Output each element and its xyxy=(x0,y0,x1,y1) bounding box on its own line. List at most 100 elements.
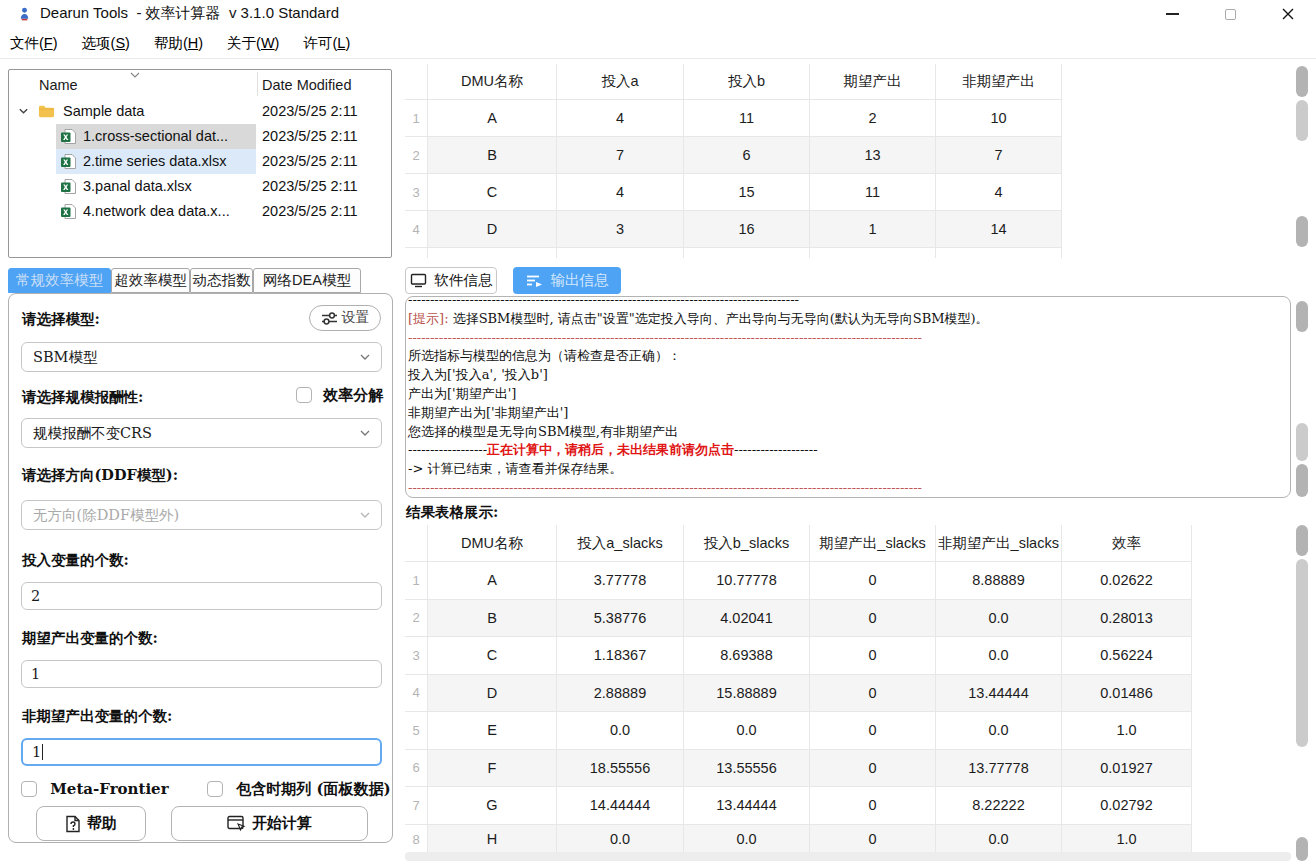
maximize-button[interactable] xyxy=(1207,0,1253,28)
scrollbar-thumb[interactable] xyxy=(1296,464,1308,497)
scrollbar-thumb[interactable] xyxy=(1296,423,1308,461)
menu-item-options[interactable]: 选项S xyxy=(80,32,132,55)
column-header[interactable]: 投入b xyxy=(684,64,810,100)
log-line: 投入为['投入a', '投入b'] xyxy=(408,366,1288,385)
checkbox-icon[interactable] xyxy=(207,781,223,797)
menu-bar: 文件F 选项S 帮助H 关于W 许可L xyxy=(0,28,1316,59)
run-window-icon xyxy=(227,815,246,832)
table-row[interactable]: 2 B 7 6 13 7 xyxy=(405,137,1062,174)
efficiency-decompose-option[interactable]: 效率分解 xyxy=(296,386,383,405)
efficiency-decompose-label: 效率分解 xyxy=(323,386,383,404)
table-row[interactable]: 8 H 0.0 0.0 0 0.0 1.0 xyxy=(405,825,1192,854)
tab-super-efficiency[interactable]: 超效率模型 xyxy=(111,268,190,293)
column-header[interactable]: 非期望产出 xyxy=(936,64,1062,100)
scrollbar-thumb[interactable] xyxy=(1296,525,1308,556)
column-header[interactable]: 投入a xyxy=(557,64,684,100)
tab-standard-model[interactable]: 常规效率模型 xyxy=(8,268,111,293)
excel-file-icon xyxy=(60,203,77,220)
table-row[interactable]: 5 E 0.0 0.0 0 0.0 1.0 xyxy=(405,712,1192,750)
menu-item-license[interactable]: 许可L xyxy=(301,32,352,55)
tab-network-dea[interactable]: 网络DEA模型 xyxy=(253,268,361,293)
expand-chevron-icon[interactable] xyxy=(18,107,29,115)
output-log-panel[interactable]: ----------------------------------------… xyxy=(405,296,1291,498)
meta-frontier-option[interactable]: Meta-Frontier xyxy=(21,780,169,798)
tree-file-date: 2023/5/25 2:11 xyxy=(262,153,358,169)
tree-row-file-4[interactable]: 4.network dea data.x... 2023/5/25 2:11 xyxy=(9,199,391,224)
checkbox-icon[interactable] xyxy=(296,387,312,403)
tree-column-date[interactable]: Date Modified xyxy=(262,77,351,93)
scrollbar-thumb[interactable] xyxy=(1296,301,1308,332)
column-header[interactable]: 期望产出 xyxy=(810,64,936,100)
tree-row-file-1[interactable]: 1.cross-sectional dat... 2023/5/25 2:11 xyxy=(9,124,391,149)
tab-output-info[interactable]: 输出信息 xyxy=(513,267,621,294)
tree-column-separator xyxy=(257,72,258,96)
sliders-icon xyxy=(321,312,338,325)
column-header[interactable]: 非期望产出_slacks xyxy=(936,525,1062,562)
tab-software-info[interactable]: 软件信息 xyxy=(405,267,497,294)
table-row[interactable]: 3 C 1.18367 8.69388 0 0.0 0.56224 xyxy=(405,637,1192,675)
checkbox-icon[interactable] xyxy=(21,781,37,797)
excel-file-icon xyxy=(60,128,77,145)
text-cursor xyxy=(42,744,43,760)
table-row[interactable]: 1 A 4 11 2 10 xyxy=(405,100,1062,137)
table-row[interactable]: 1 A 3.77778 10.77778 0 8.88889 0.02622 xyxy=(405,562,1192,600)
horizontal-scrollbar[interactable] xyxy=(405,852,1291,861)
scrollbar-thumb[interactable] xyxy=(1296,66,1308,97)
column-header[interactable]: 投入b_slacks xyxy=(684,525,810,562)
input-count-label: 投入变量的个数: xyxy=(22,551,129,570)
tree-file-label: 4.network dea data.x... xyxy=(83,203,230,219)
tree-row-file-3[interactable]: 3.panal data.xlsx 2023/5/25 2:11 xyxy=(9,174,391,199)
table-row[interactable]: 6 F 18.55556 13.55556 0 13.77778 0.01927 xyxy=(405,750,1192,788)
tree-file-date: 2023/5/25 2:11 xyxy=(262,128,358,144)
table-row[interactable]: 3 C 4 15 11 4 xyxy=(405,174,1062,211)
log-line: ----------------------------------------… xyxy=(408,479,1288,498)
close-icon xyxy=(1281,7,1295,21)
file-tree-panel: Name Date Modified Sample data 2023/5/25… xyxy=(8,69,392,258)
close-button[interactable] xyxy=(1265,0,1311,28)
column-header[interactable]: DMU名称 xyxy=(428,525,557,562)
column-header[interactable]: 期望产出_slacks xyxy=(810,525,936,562)
tree-row-folder[interactable]: Sample data 2023/5/25 2:11 xyxy=(9,99,391,124)
model-select-label: 请选择模型: xyxy=(22,310,100,329)
bad-output-count-field[interactable]: 1 xyxy=(21,738,382,766)
panel-data-option[interactable]: 包含时期列 (面板数据) xyxy=(207,780,391,799)
menu-item-file[interactable]: 文件F xyxy=(8,32,60,55)
column-header[interactable]: 效率 xyxy=(1062,525,1192,562)
help-doc-icon xyxy=(65,815,81,833)
help-button[interactable]: 帮助 xyxy=(36,806,146,841)
log-line: -> 计算已结束，请查看并保存结果。 xyxy=(408,460,1288,479)
log-line: [提示]: 选择SBM模型时, 请点击"设置"选定投入导向、产出导向与无导向(默… xyxy=(408,310,1288,329)
column-header[interactable]: 投入a_slacks xyxy=(557,525,684,562)
settings-button[interactable]: 设置 xyxy=(309,305,381,331)
tab-dynamic-index[interactable]: 动态指数 xyxy=(190,268,253,293)
file-tree-header[interactable]: Name Date Modified xyxy=(9,70,391,98)
output-list-icon xyxy=(526,274,543,288)
tree-row-file-2[interactable]: 2.time series data.xlsx 2023/5/25 2:11 xyxy=(9,149,391,174)
model-select[interactable]: SBM模型 xyxy=(21,342,382,372)
good-output-count-label: 期望产出变量的个数: xyxy=(22,629,158,648)
menu-item-about[interactable]: 关于W xyxy=(225,32,281,55)
input-count-field[interactable]: 2 xyxy=(21,582,382,610)
minimize-button[interactable] xyxy=(1149,0,1195,28)
log-line: 您选择的模型是无导向SBM模型,有非期望产出 xyxy=(408,423,1288,442)
ddf-select[interactable]: 无方向(除DDF模型外) xyxy=(21,500,382,530)
table-row[interactable]: 4 D 3 16 1 14 xyxy=(405,211,1062,248)
table-row[interactable]: 7 G 14.44444 13.44444 0 8.22222 0.02792 xyxy=(405,787,1192,825)
good-output-count-field[interactable]: 1 xyxy=(21,660,382,688)
maximize-icon xyxy=(1225,9,1236,20)
tree-file-date: 2023/5/25 2:11 xyxy=(262,178,358,194)
scrollbar-thumb[interactable] xyxy=(1296,559,1308,747)
tree-column-name[interactable]: Name xyxy=(39,77,78,93)
rts-select[interactable]: 规模报酬不变CRS xyxy=(21,418,382,448)
window-title: Dearun Tools - 效率计算器 v 3.1.0 Standard xyxy=(40,4,339,23)
scrollbar-thumb[interactable] xyxy=(1296,837,1308,861)
table-row[interactable]: 4 D 2.88889 15.88889 0 13.44444 0.01486 xyxy=(405,675,1192,713)
scrollbar-thumb[interactable] xyxy=(1296,216,1308,247)
run-button[interactable]: 开始计算 xyxy=(171,806,368,841)
scrollbar-thumb[interactable] xyxy=(1296,100,1308,141)
panel-data-label: 包含时期列 (面板数据) xyxy=(236,780,390,798)
menu-item-help[interactable]: 帮助H xyxy=(152,32,205,55)
column-header[interactable]: DMU名称 xyxy=(428,64,557,100)
table-row[interactable]: 2 B 5.38776 4.02041 0 0.0 0.28013 xyxy=(405,600,1192,638)
chevron-down-icon xyxy=(359,353,371,361)
